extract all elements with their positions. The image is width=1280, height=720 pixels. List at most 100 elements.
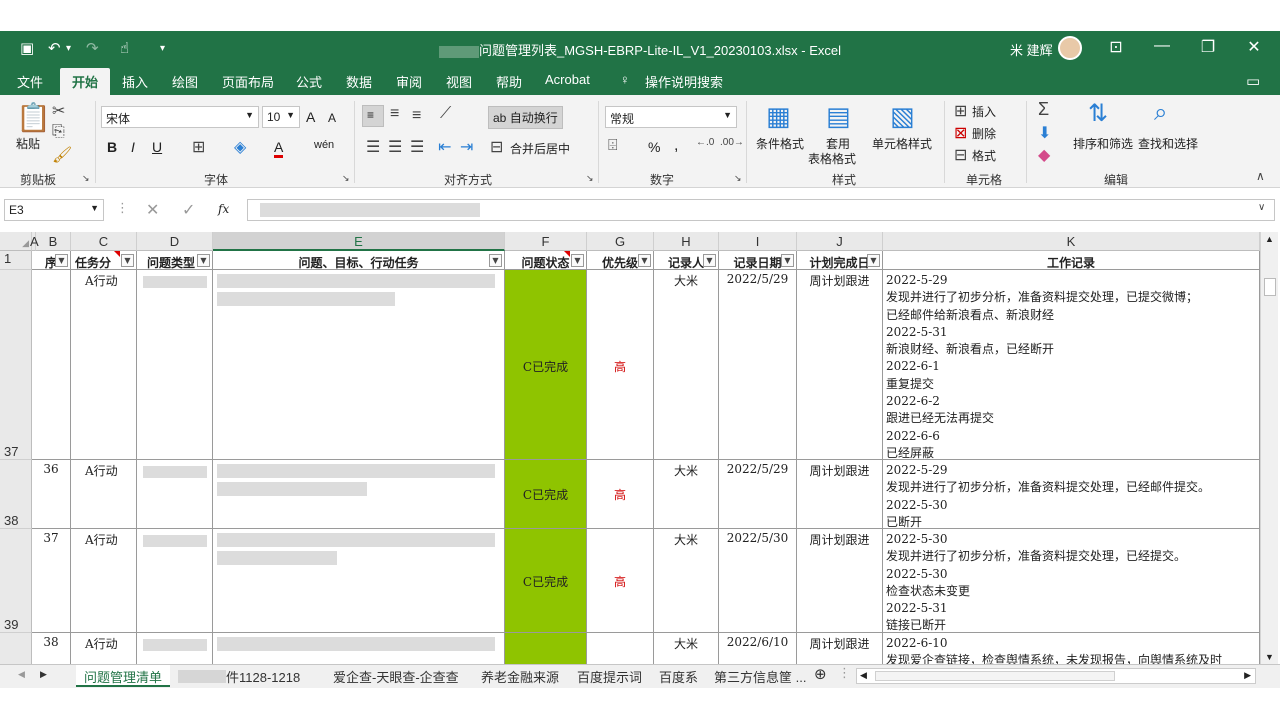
row-header-1[interactable]: 1: [0, 251, 32, 270]
next-sheet-icon[interactable]: ▶: [40, 669, 47, 680]
header-issue[interactable]: 问题、目标、行动任务 ▼: [213, 251, 505, 270]
sheet-tab-issues[interactable]: 问题管理清单: [76, 665, 171, 687]
header-priority[interactable]: 优先级 ▼: [587, 251, 654, 270]
header-work-log[interactable]: 工作记录: [883, 251, 1260, 270]
cell-task[interactable]: A行动: [71, 270, 137, 460]
ribbon-display-icon[interactable]: ⊡: [1106, 37, 1126, 57]
align-bottom-icon[interactable]: ≡: [412, 107, 421, 125]
tab-draw[interactable]: 绘图: [172, 72, 198, 91]
row-header[interactable]: 37: [0, 270, 32, 460]
header-plan-date[interactable]: 计划完成日 ▼: [797, 251, 883, 270]
cell-seq[interactable]: 38: [32, 633, 71, 664]
col-header-g[interactable]: G: [587, 232, 654, 251]
row-header[interactable]: [0, 633, 32, 664]
increase-indent-icon[interactable]: ⇥: [460, 137, 473, 157]
cell-recorder[interactable]: 大米: [654, 270, 719, 460]
cell-priority[interactable]: 高: [587, 460, 654, 529]
cell-issue[interactable]: [213, 633, 505, 664]
filter-dropdown-icon[interactable]: ▼: [489, 254, 502, 267]
format-as-table-button-2[interactable]: 表格格式: [808, 150, 856, 167]
tab-page-layout[interactable]: 页面布局: [222, 72, 274, 91]
prev-sheet-icon[interactable]: ◀: [18, 669, 25, 680]
shrink-font-button[interactable]: A: [328, 111, 336, 125]
sheet-tab[interactable]: 百度提示词: [577, 667, 642, 686]
cell-status[interactable]: C已完成: [505, 270, 587, 460]
sheet-tab[interactable]: 件1128-1218: [226, 667, 300, 686]
cell-issue[interactable]: [213, 529, 505, 633]
cell-issue[interactable]: [213, 270, 505, 460]
col-header-f[interactable]: F: [505, 232, 587, 251]
number-format-select[interactable]: 常规 ▼: [605, 106, 737, 128]
cell-type[interactable]: [137, 633, 213, 664]
col-header-e[interactable]: E: [213, 232, 505, 251]
header-task[interactable]: 任务分 ▼: [71, 251, 137, 270]
sheet-tab[interactable]: 养老金融来源: [481, 667, 559, 686]
cell-priority[interactable]: 高: [587, 529, 654, 633]
filter-dropdown-icon[interactable]: ▼: [197, 254, 210, 267]
enter-icon[interactable]: ✓: [182, 200, 195, 220]
delete-cells-button[interactable]: 删除: [972, 125, 996, 142]
wrap-text-button[interactable]: ab 自动换行: [488, 106, 563, 129]
bold-button[interactable]: B: [107, 139, 117, 155]
paste-button[interactable]: 粘贴: [16, 135, 40, 152]
tell-me-search[interactable]: 操作说明搜索: [645, 72, 723, 91]
cell-priority[interactable]: 高: [587, 270, 654, 460]
align-left-icon[interactable]: ☰: [366, 137, 380, 157]
horizontal-scrollbar[interactable]: ◀ ▶: [856, 668, 1256, 684]
add-sheet-icon[interactable]: ⊕: [814, 665, 827, 683]
font-color-button[interactable]: A: [274, 139, 284, 158]
col-header-d[interactable]: D: [137, 232, 213, 251]
restore-icon[interactable]: ❐: [1198, 37, 1218, 57]
cell-type[interactable]: [137, 529, 213, 633]
header-date[interactable]: 记录日期 ▼: [719, 251, 797, 270]
dialog-launcher-icon[interactable]: ↘: [342, 173, 350, 184]
sort-filter-icon[interactable]: ⇅: [1088, 99, 1108, 128]
cell-task[interactable]: A行动: [71, 460, 137, 529]
header-seq[interactable]: 序 ▼: [32, 251, 71, 270]
tab-formulas[interactable]: 公式: [296, 72, 322, 91]
cell-plan[interactable]: 周计划跟进: [797, 270, 883, 460]
cell-recorder[interactable]: 大米: [654, 460, 719, 529]
decrease-decimal-icon[interactable]: .00→: [720, 137, 744, 148]
cell-seq[interactable]: 37: [32, 529, 71, 633]
comments-icon[interactable]: ▭: [1246, 72, 1260, 90]
grow-font-button[interactable]: A: [306, 109, 315, 125]
minimize-icon[interactable]: —: [1152, 37, 1172, 55]
select-all-corner[interactable]: ◢: [0, 232, 32, 251]
font-size-select[interactable]: 10 ▼: [262, 106, 300, 128]
underline-button[interactable]: U: [152, 139, 162, 155]
autosum-icon[interactable]: Σ: [1038, 99, 1049, 120]
fill-icon[interactable]: ⬇: [1038, 123, 1051, 143]
border-icon[interactable]: ⊞: [192, 137, 205, 157]
header-type[interactable]: 问题类型 ▼: [137, 251, 213, 270]
cell-date[interactable]: 2022/6/10: [719, 633, 797, 664]
filter-dropdown-icon[interactable]: ▼: [638, 254, 651, 267]
cell-status[interactable]: C已完成: [505, 460, 587, 529]
orientation-icon[interactable]: ⟋: [440, 105, 451, 123]
dialog-launcher-icon[interactable]: ↘: [586, 173, 594, 184]
name-box[interactable]: E3 ▼: [4, 199, 104, 221]
avatar[interactable]: [1058, 36, 1082, 60]
header-status[interactable]: 问题状态 ▼: [505, 251, 587, 270]
scroll-up-icon[interactable]: ▲: [1265, 234, 1274, 244]
cell-priority[interactable]: [587, 633, 654, 664]
tab-file[interactable]: 文件: [17, 72, 43, 91]
align-right-icon[interactable]: ☰: [410, 137, 424, 157]
tab-review[interactable]: 审阅: [396, 72, 422, 91]
col-header-b[interactable]: B: [36, 232, 71, 251]
tab-home[interactable]: 开始: [60, 68, 111, 95]
insert-function-button[interactable]: fx: [218, 202, 229, 216]
insert-cells-icon[interactable]: ⊞: [954, 101, 967, 121]
filter-dropdown-icon[interactable]: ▼: [571, 254, 584, 267]
phonetic-button[interactable]: wén: [314, 139, 334, 151]
cell-work-log[interactable]: 2022-5-29 发现并进行了初步分析，准备资料提交处理，已提交微博； 已经邮…: [883, 270, 1260, 460]
cell-plan[interactable]: 周计划跟进: [797, 529, 883, 633]
cell-date[interactable]: 2022/5/29: [719, 460, 797, 529]
cell-issue[interactable]: [213, 460, 505, 529]
filter-dropdown-icon[interactable]: ▼: [703, 254, 716, 267]
tab-data[interactable]: 数据: [346, 72, 372, 91]
sheet-tab[interactable]: 百度系: [659, 667, 698, 686]
cell-date[interactable]: 2022/5/29: [719, 270, 797, 460]
scroll-right-icon[interactable]: ▶: [1244, 670, 1251, 681]
format-cells-icon[interactable]: ⊟: [954, 145, 967, 165]
